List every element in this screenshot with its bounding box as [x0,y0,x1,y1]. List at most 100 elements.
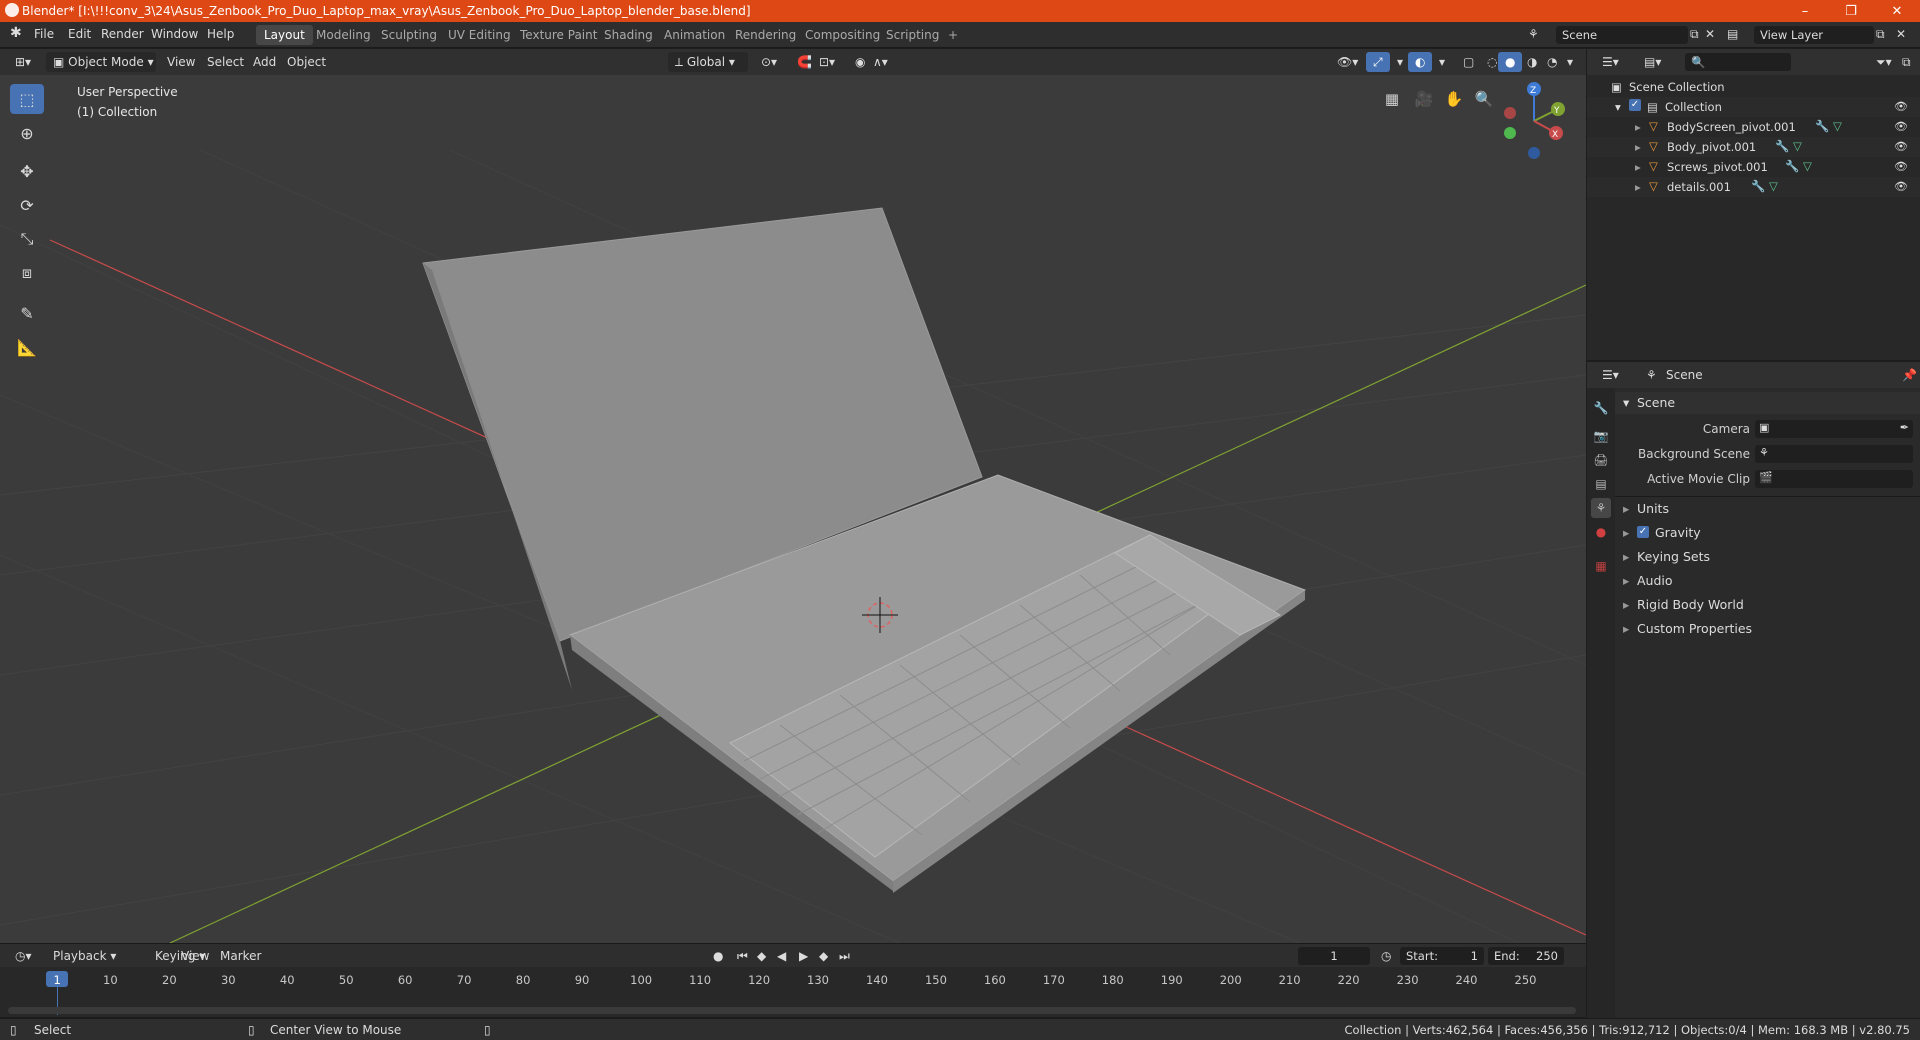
render-tab-icon[interactable]: 📷 [1591,426,1611,446]
zoom-view-icon[interactable]: 🔍 [1470,85,1498,113]
outliner-search-input[interactable]: 🔍 [1685,53,1791,71]
object-visibility-icon[interactable]: 👁 [1894,160,1908,173]
scene-panel-header[interactable]: ▾ Scene [1615,392,1920,414]
gravity-panel[interactable]: ▸ ✓ Gravity [1615,522,1920,544]
menu-file[interactable]: File [34,27,54,41]
keying-sets-panel[interactable]: ▸ Keying Sets [1615,546,1920,568]
minimize-button[interactable]: – [1782,0,1828,22]
visibility-icon[interactable]: 👁▾ [1330,52,1365,72]
mesh-data-icon[interactable]: ▽ [1803,159,1812,173]
rotate-tool-icon[interactable]: ⟳ [10,190,44,220]
tab-animation[interactable]: Animation [656,25,733,45]
cursor-tool-icon[interactable]: ⊕ [10,118,44,148]
properties-editor-type-icon[interactable]: ☰▾ [1595,365,1626,385]
view-layer-tab-icon[interactable]: ▤ [1591,474,1611,494]
menu-window[interactable]: Window [151,27,198,41]
rigid-body-world-panel[interactable]: ▸ Rigid Body World [1615,594,1920,616]
view-layer-selector[interactable]: View Layer [1754,26,1874,44]
menu-select[interactable]: Select [200,52,251,72]
collection-visibility-icon[interactable]: 👁 [1894,100,1908,113]
eyedropper-icon[interactable]: ✒ [1900,421,1909,434]
preview-range-icon[interactable]: ◷ [1374,946,1398,966]
shading-solid-icon[interactable]: ● [1498,52,1523,72]
menu-render[interactable]: Render [101,27,144,41]
delete-scene-icon[interactable]: ✕ [1705,27,1715,41]
object-visibility-icon[interactable]: 👁 [1894,180,1908,193]
modifier-icon[interactable]: 🔧 [1815,119,1829,133]
active-movie-clip-field[interactable]: 🎬 [1755,470,1913,488]
tab-rendering[interactable]: Rendering [727,25,804,45]
tab-scripting[interactable]: Scripting [878,25,947,45]
timeline-editor-type-icon[interactable]: ◷▾ [8,946,39,966]
menu-add[interactable]: Add [246,52,283,72]
camera-field[interactable]: ▣ ✒ [1755,420,1913,438]
outliner-object-row[interactable]: ▸ ▽ Body_pivot.001 🔧 ▽ 👁 [1587,137,1920,157]
record-icon[interactable]: ● [706,946,730,966]
snap-target-icon[interactable]: ⊡▾ [812,52,842,72]
close-button[interactable]: ✕ [1874,0,1920,22]
timeline-scrollbar[interactable] [8,1007,1576,1014]
object-visibility-icon[interactable]: 👁 [1894,120,1908,133]
collection-checkbox[interactable]: ✓ [1629,99,1641,111]
overlays-toggle-icon[interactable]: ◐ [1408,52,1433,72]
background-scene-field[interactable]: ⚘ [1755,445,1913,463]
new-collection-icon[interactable]: ⧉ [1895,52,1918,72]
gravity-checkbox[interactable]: ✓ [1637,526,1649,538]
shading-dropdown-icon[interactable]: ▾ [1560,52,1580,72]
expand-arrow-icon[interactable]: ▸ [1635,120,1641,134]
expand-arrow-icon[interactable]: ▸ [1635,180,1641,194]
measure-tool-icon[interactable]: 📐 [10,332,44,362]
expand-arrow-icon[interactable]: ▸ [1635,140,1641,154]
move-tool-icon[interactable]: ✥ [10,156,44,186]
modifier-icon[interactable]: 🔧 [1785,159,1799,173]
current-frame-field[interactable]: 1 [1298,947,1370,965]
blender-menu-icon[interactable]: ✱ [10,25,22,41]
transform-tool-icon[interactable]: ⧈ [10,258,44,288]
falloff-icon[interactable]: ∧▾ [866,52,895,72]
editor-type-icon[interactable]: ⊞▾ [8,52,38,72]
tab-shading[interactable]: Shading [596,25,661,45]
scene-selector[interactable]: Scene [1556,26,1688,44]
xray-toggle-icon[interactable]: ▢ [1456,52,1481,72]
tab-sculpting[interactable]: Sculpting [373,25,445,45]
tool-tab-icon[interactable]: 🔧 [1591,398,1611,418]
viewport-canvas[interactable] [0,75,1586,943]
start-frame-field[interactable]: Start: 1 [1400,947,1484,965]
toggle-perspective-icon[interactable]: ▦ [1378,85,1406,113]
add-workspace-button[interactable]: + [940,25,966,45]
mesh-data-icon[interactable]: ▽ [1833,119,1842,133]
menu-edit[interactable]: Edit [68,27,91,41]
end-frame-field[interactable]: End: 250 [1488,947,1564,965]
outliner-object-row[interactable]: ▸ ▽ BodyScreen_pivot.001 🔧 ▽ 👁 [1587,117,1920,137]
menu-help[interactable]: Help [207,27,234,41]
units-panel[interactable]: ▸ Units [1615,498,1920,520]
mode-dropdown[interactable]: ▣ Object Mode ▾ [46,52,156,72]
pin-icon[interactable]: 📌 [1895,365,1920,385]
outliner-object-row[interactable]: ▸ ▽ details.001 🔧 ▽ 👁 [1587,177,1920,197]
outliner-collection[interactable]: ▾ ✓ ▤ Collection 👁 [1587,97,1920,117]
select-box-tool-icon[interactable]: ⬚ [10,84,44,114]
menu-marker[interactable]: Marker [213,946,268,966]
display-mode-icon[interactable]: ▤▾ [1637,52,1668,72]
menu-view[interactable]: View [160,52,202,72]
new-view-layer-icon[interactable]: ⧉ [1876,27,1885,42]
play-reverse-icon[interactable]: ◀ [770,946,793,966]
delete-view-layer-icon[interactable]: ✕ [1896,27,1906,41]
orientation-gizmo[interactable]: Z Y X [1498,81,1570,163]
texture-tab-icon[interactable]: ▦ [1591,556,1611,576]
outliner-scene-collection[interactable]: ▣ Scene Collection [1587,77,1920,97]
object-visibility-icon[interactable]: 👁 [1894,140,1908,153]
outliner-editor-type-icon[interactable]: ☰▾ [1595,52,1626,72]
output-tab-icon[interactable]: 🖨 [1591,450,1611,470]
tab-uv-editing[interactable]: UV Editing [440,25,519,45]
3d-viewport[interactable]: User Perspective (1) Collection ▦ 🎥 ✋ 🔍 … [0,75,1586,943]
scale-tool-icon[interactable]: ⤡ [10,224,44,254]
transform-orientation-dropdown[interactable]: ⟂ Global ▾ [668,52,748,72]
maximize-button[interactable]: ❐ [1828,0,1874,22]
tab-texture-paint[interactable]: Texture Paint [512,25,605,45]
expand-arrow-icon[interactable]: ▸ [1635,160,1641,174]
menu-view-timeline[interactable]: View [174,946,216,966]
jump-end-icon[interactable]: ⏭ [832,946,857,966]
tab-compositing[interactable]: Compositing [797,25,888,45]
timeline[interactable]: 1 10 20 30 40 50 60 70 80 90 100 110 120 130 140 150 160… [0,967,1586,1017]
